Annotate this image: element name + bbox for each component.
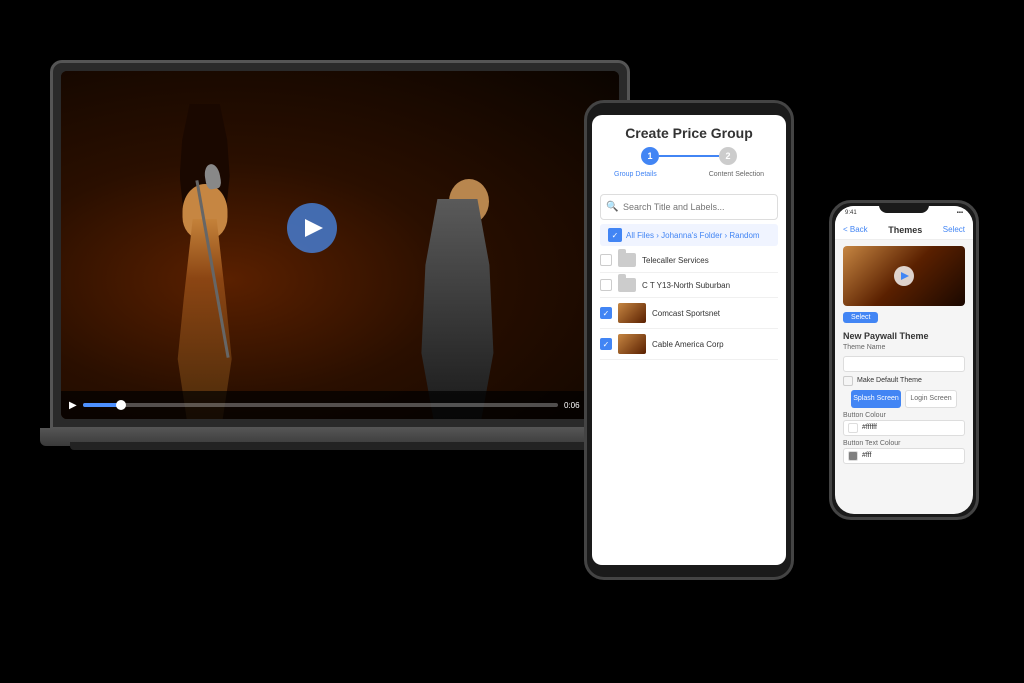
- phone-theme-name-label: Theme Name: [843, 344, 965, 351]
- phone-theme-name-input[interactable]: [843, 356, 965, 372]
- folder-icon: [618, 278, 636, 292]
- phone: 9:41 ▪▪▪ < Back Themes Select Select New…: [829, 200, 979, 520]
- phone-button-text-color-input[interactable]: #fff: [843, 448, 965, 464]
- phone-play-button[interactable]: [894, 266, 914, 286]
- phone-button-text-color-label: Button Text Colour: [843, 440, 965, 447]
- phone-nav-bar: < Back Themes Select: [835, 220, 973, 240]
- video-controls-bar: ▶ 0:06 🔊 ⛶: [61, 391, 619, 419]
- phone-button-text-color-group: Button Text Colour #fff: [843, 440, 965, 464]
- breadcrumb-text: All Files › Johanna's Folder › Random: [626, 231, 760, 240]
- step-labels: Group Details Content Selection: [604, 171, 774, 178]
- file-list: Telecaller Services C T Y13-North Suburb…: [592, 248, 786, 360]
- play-button[interactable]: [287, 203, 337, 253]
- tablet: Create Price Group 1 2 Group Details Con…: [584, 100, 794, 580]
- list-item: Telecaller Services: [600, 248, 778, 273]
- play-triangle-icon: [305, 219, 323, 237]
- progress-bar[interactable]: [83, 403, 558, 407]
- file-name-2: C T Y13-North Suburban: [642, 281, 778, 290]
- breadcrumb-check-icon: ✓: [608, 228, 622, 242]
- search-input[interactable]: [600, 194, 778, 220]
- phone-signal-icon: ▪▪▪: [957, 210, 963, 216]
- guitarist-silhouette: [407, 189, 507, 419]
- folder-icon: [618, 253, 636, 267]
- play-pause-button[interactable]: ▶: [69, 400, 77, 411]
- phone-back-button[interactable]: < Back: [843, 225, 868, 234]
- time-display: 0:06: [564, 401, 580, 410]
- file-checkbox-4[interactable]: [600, 338, 612, 350]
- step-1-circle: 1: [641, 147, 659, 165]
- tablet-search-container: 🔍: [600, 194, 778, 220]
- phone-notch: [879, 203, 929, 213]
- list-item: Comcast Sportsnet: [600, 298, 778, 329]
- phone-tab-splash[interactable]: Splash Screen: [851, 390, 901, 408]
- video-player[interactable]: ▶ 0:06 🔊 ⛶: [61, 71, 619, 419]
- progress-dot: [116, 400, 126, 410]
- scene: ▶ 0:06 🔊 ⛶ Create Price: [0, 0, 1024, 683]
- singer-body: [175, 219, 235, 419]
- file-name-3: Comcast Sportsnet: [652, 309, 778, 318]
- phone-button-color-label: Button Colour: [843, 412, 965, 419]
- step-2-label: Content Selection: [709, 171, 764, 178]
- phone-play-triangle-icon: [901, 272, 909, 280]
- button-color-swatch: [848, 423, 858, 433]
- tablet-screen: Create Price Group 1 2 Group Details Con…: [592, 115, 786, 565]
- phone-default-checkbox-row: Make Default Theme: [843, 376, 965, 386]
- list-item: Cable America Corp: [600, 329, 778, 360]
- step-2-circle: 2: [719, 147, 737, 165]
- phone-tab-login[interactable]: Login Screen: [905, 390, 957, 408]
- phone-section-title: New Paywall Theme: [843, 331, 965, 341]
- phone-time: 9:41: [845, 210, 857, 216]
- phone-video-thumbnail[interactable]: [843, 246, 965, 306]
- singer-silhouette: [145, 139, 265, 419]
- button-text-color-value: #fff: [862, 452, 871, 459]
- video-thumbnail-1: [618, 303, 646, 323]
- laptop: ▶ 0:06 🔊 ⛶: [50, 60, 630, 480]
- phone-default-label: Make Default Theme: [857, 377, 922, 384]
- guitarist-body: [417, 199, 497, 419]
- file-checkbox-1[interactable]: [600, 254, 612, 266]
- phone-select-button[interactable]: Select: [943, 225, 965, 234]
- phone-default-checkbox[interactable]: [843, 376, 853, 386]
- tablet-header: Create Price Group 1 2 Group Details Con…: [592, 115, 786, 190]
- tablet-steps: 1 2: [604, 147, 774, 165]
- step-line: [659, 155, 719, 157]
- list-item: C T Y13-North Suburban: [600, 273, 778, 298]
- phone-button-color-input[interactable]: #ffffff: [843, 420, 965, 436]
- phone-nav-title: Themes: [888, 225, 922, 235]
- tablet-title: Create Price Group: [604, 125, 774, 141]
- file-name-4: Cable America Corp: [652, 340, 778, 349]
- file-name-1: Telecaller Services: [642, 256, 778, 265]
- phone-screen: 9:41 ▪▪▪ < Back Themes Select Select New…: [835, 206, 973, 514]
- file-checkbox-2[interactable]: [600, 279, 612, 291]
- phone-tab-row: Splash Screen Login Screen: [851, 390, 957, 408]
- button-text-color-swatch: [848, 451, 858, 461]
- laptop-screen-outer: ▶ 0:06 🔊 ⛶: [50, 60, 630, 430]
- video-thumbnail-2: [618, 334, 646, 354]
- step-1-label: Group Details: [614, 171, 657, 178]
- laptop-base-bottom: [70, 442, 610, 450]
- button-color-value: #ffffff: [862, 424, 877, 431]
- laptop-screen-inner: ▶ 0:06 🔊 ⛶: [61, 71, 619, 419]
- phone-theme-name-group: Theme Name: [843, 344, 965, 372]
- phone-button-color-group: Button Colour #ffffff: [843, 412, 965, 436]
- file-checkbox-3[interactable]: [600, 307, 612, 319]
- phone-theme-section: New Paywall Theme Theme Name Make Defaul…: [835, 327, 973, 472]
- search-icon: 🔍: [606, 202, 618, 213]
- phone-select-button[interactable]: Select: [843, 312, 878, 323]
- breadcrumb: ✓ All Files › Johanna's Folder › Random: [600, 224, 778, 246]
